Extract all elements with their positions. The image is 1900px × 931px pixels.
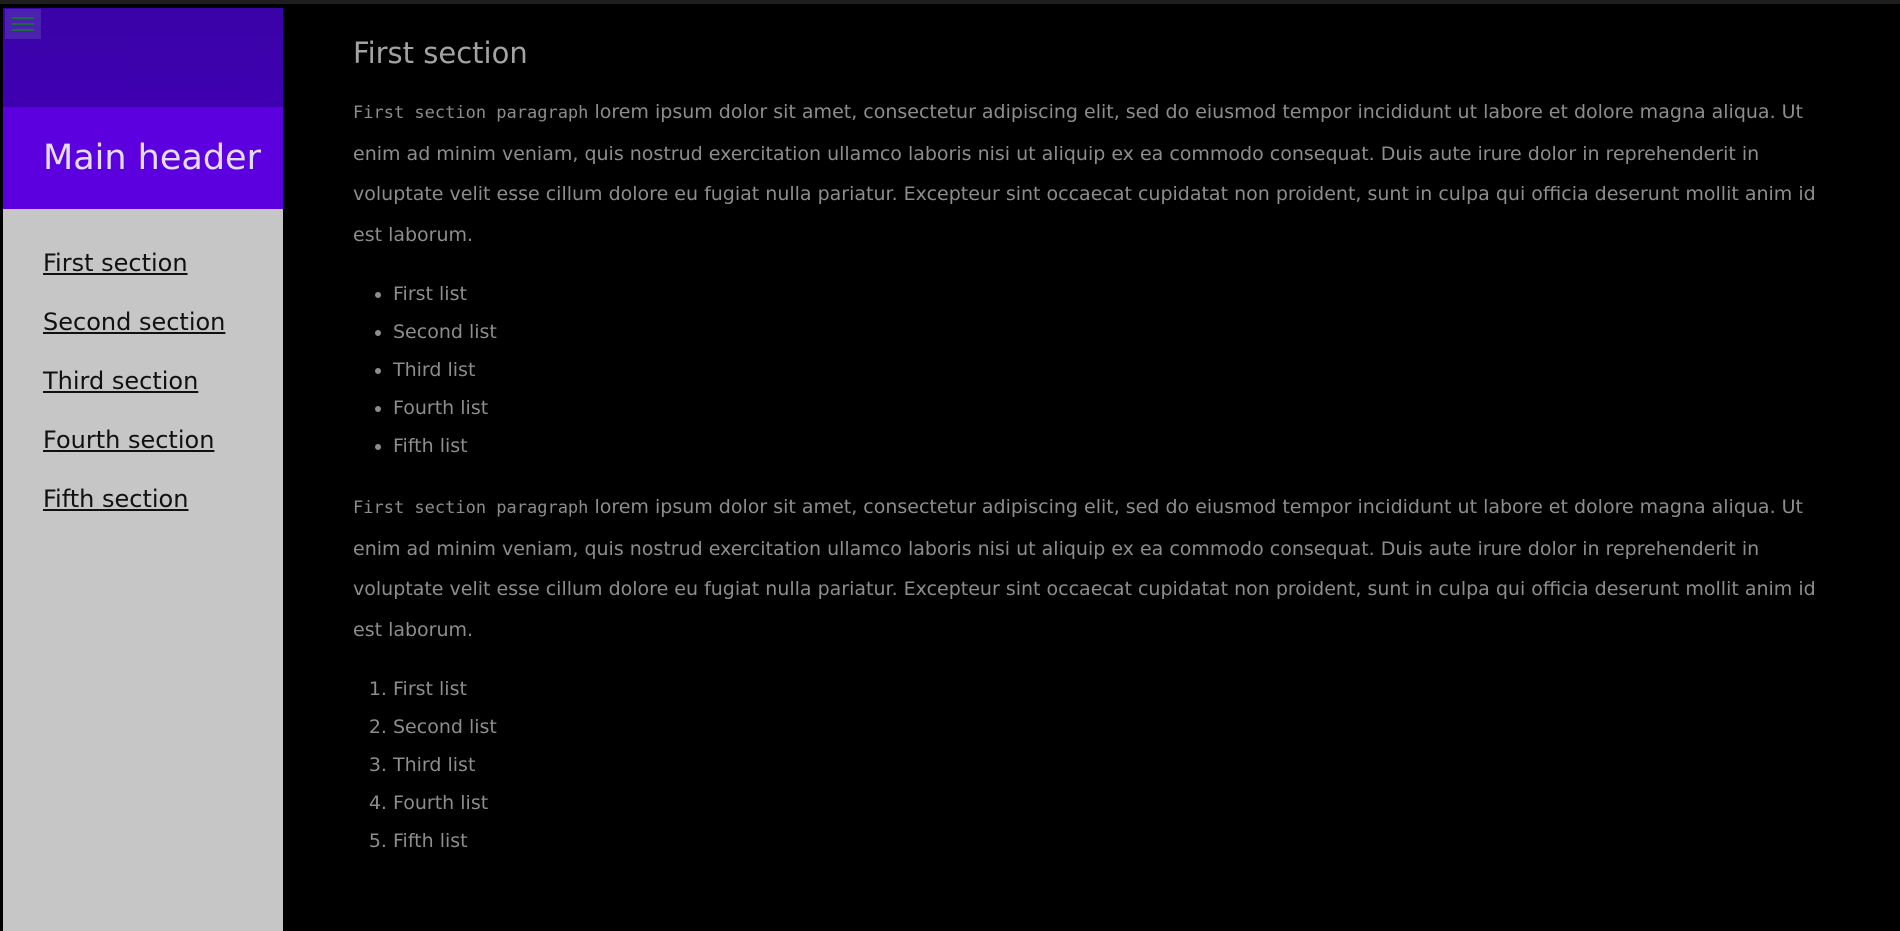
section-paragraph: First section paragraph lorem ipsum dolo…: [353, 92, 1847, 255]
nav-item: Fourth section: [43, 424, 283, 456]
nav-link-fourth-section[interactable]: Fourth section: [43, 426, 214, 454]
list-item: Fourth list: [393, 389, 1847, 427]
nav-item: Fifth section: [43, 483, 283, 515]
list-item: First list: [393, 275, 1847, 313]
nav-link-third-section[interactable]: Third section: [43, 367, 198, 395]
sidebar: Main header First section Second section…: [3, 8, 283, 931]
menu-bar: [12, 17, 34, 19]
section-paragraph: First section paragraph lorem ipsum dolo…: [353, 487, 1847, 650]
section-title: First section: [353, 36, 528, 70]
nav-link-first-section[interactable]: First section: [43, 249, 188, 277]
main-header-block: Main header: [3, 107, 283, 209]
list-item: Third list: [393, 351, 1847, 389]
list-item: Third list: [393, 746, 1847, 784]
list-item: Fifth list: [393, 427, 1847, 465]
menu-bar: [12, 29, 34, 31]
paragraph-code: First section paragraph: [353, 103, 589, 123]
menu-bar: [12, 23, 34, 25]
main-content: First section First section paragraph lo…: [353, 8, 1847, 882]
hamburger-menu-icon[interactable]: [5, 9, 41, 39]
nav-link-fifth-section[interactable]: Fifth section: [43, 485, 188, 513]
paragraph-code: First section paragraph: [353, 498, 589, 518]
sidebar-top-bar: [3, 8, 283, 107]
list-item: Fifth list: [393, 822, 1847, 860]
list-item: Second list: [393, 313, 1847, 351]
ordered-list: First list Second list Third list Fourth…: [353, 670, 1847, 860]
section-nav: First section Second section Third secti…: [43, 247, 283, 515]
nav-link-second-section[interactable]: Second section: [43, 308, 225, 336]
unordered-list: First list Second list Third list Fourth…: [353, 275, 1847, 465]
nav-item: Second section: [43, 306, 283, 338]
list-item: First list: [393, 670, 1847, 708]
nav-item: Third section: [43, 365, 283, 397]
nav-item: First section: [43, 247, 283, 279]
list-item: Second list: [393, 708, 1847, 746]
list-item: Fourth list: [393, 784, 1847, 822]
main-header: Main header: [43, 138, 261, 178]
